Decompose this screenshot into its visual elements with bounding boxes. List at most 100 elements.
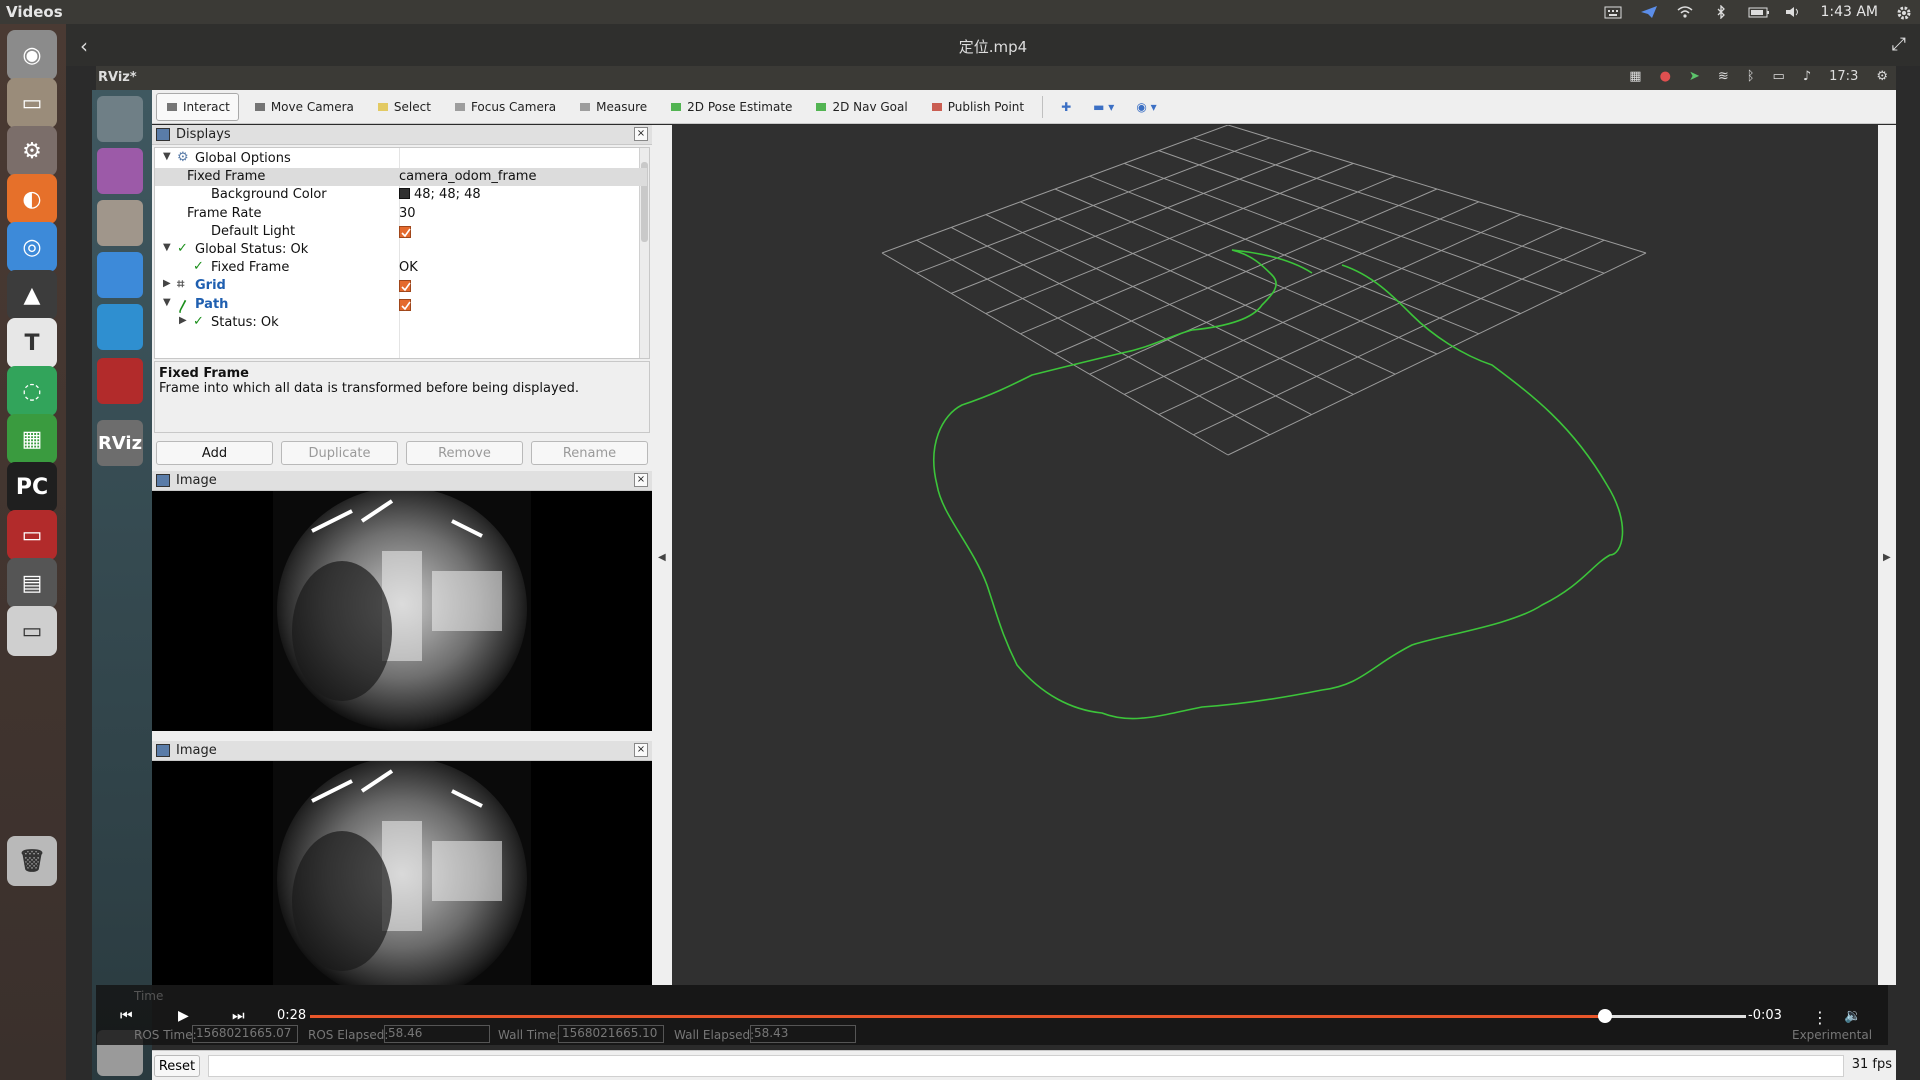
files-icon[interactable]: ▭ xyxy=(7,78,57,128)
pose-estimate-tool[interactable]: 2D Pose Estimate xyxy=(661,93,800,121)
tree-row[interactable]: Background Color 48; 48; 48 xyxy=(155,186,647,204)
tree-row-label: Fixed Frame xyxy=(187,169,266,185)
firefox-glyph: ◐ xyxy=(22,186,42,212)
files-glyph: ▭ xyxy=(21,90,43,116)
description-title: Fixed Frame xyxy=(159,366,249,381)
clock[interactable]: 1:43 AM xyxy=(1820,4,1878,20)
experimental-checkbox[interactable]: Experimental xyxy=(1792,1028,1872,1042)
description-text: Frame into which all data is transformed… xyxy=(159,381,580,396)
displays-tree[interactable]: ▼ ⚙ Global Options Fixed Frame camera_odom_f… xyxy=(154,147,650,359)
close-icon[interactable]: × xyxy=(634,473,648,487)
expanded-arrow-icon[interactable]: ▼ xyxy=(163,297,171,308)
volume-icon[interactable]: 🔉 xyxy=(1844,1008,1861,1024)
battery-icon[interactable] xyxy=(1748,5,1770,19)
seek-handle[interactable] xyxy=(1598,1009,1613,1023)
collapsed-arrow-icon[interactable]: ▶ xyxy=(179,315,187,326)
ubuntu-dash-icon[interactable]: ◉ xyxy=(7,30,57,80)
add-tool-icon[interactable]: ✚ xyxy=(1053,93,1079,121)
add-button[interactable]: Add xyxy=(156,441,273,465)
bluetooth-icon[interactable] xyxy=(1712,4,1730,20)
tree-row-value[interactable]: camera_odom_frame xyxy=(399,169,536,184)
spreadsheet-icon[interactable]: ▦ xyxy=(7,414,57,464)
tree-row-label: Global Status: Ok xyxy=(195,242,309,257)
tree-row[interactable]: Frame Rate 30 xyxy=(155,205,647,223)
inner-chrome-icon xyxy=(97,252,143,298)
path-icon: 〳 xyxy=(177,299,191,315)
terminal-app-icon[interactable]: ▭ xyxy=(7,510,57,560)
keyboard-icon[interactable] xyxy=(1604,5,1622,19)
publish-point-tool-label: Publish Point xyxy=(947,99,1025,114)
seek-bar[interactable] xyxy=(310,1009,1746,1023)
tree-row[interactable]: Default Light xyxy=(155,223,647,241)
tree-row[interactable]: ▼ ✓ Global Status: Ok xyxy=(155,241,647,259)
status-bar: Reset 31 fps xyxy=(152,1050,1896,1080)
close-icon[interactable]: × xyxy=(634,743,648,757)
tree-row[interactable]: Fixed Frame camera_odom_frame xyxy=(155,168,647,187)
typora-glyph: T xyxy=(24,330,40,356)
tree-row-value[interactable]: 30 xyxy=(399,206,416,221)
tree-row-value[interactable]: OK xyxy=(399,260,418,275)
enabled-checkbox[interactable] xyxy=(399,225,411,238)
move-camera-tool[interactable]: Move Camera xyxy=(245,93,362,121)
tree-row[interactable]: ▼ 〳 Path xyxy=(155,296,647,315)
next-icon[interactable]: ⏭ xyxy=(232,1008,245,1024)
scene-canvas[interactable] xyxy=(672,124,1878,985)
video-player-icon[interactable]: ▤ xyxy=(7,558,57,608)
ros-elapsed-label: ROS Elapsed: xyxy=(308,1028,389,1042)
wifi-icon[interactable] xyxy=(1676,5,1694,19)
collapsed-arrow-icon[interactable]: ▶ xyxy=(163,278,171,289)
fullscreen-icon[interactable]: ⤢ xyxy=(1892,34,1906,55)
telegram-icon[interactable] xyxy=(1640,5,1658,19)
tree-row-value[interactable] xyxy=(399,297,411,313)
trash-icon[interactable]: 🗑 xyxy=(7,836,57,886)
remove-tool-icon[interactable]: ▬ ▾ xyxy=(1085,93,1122,121)
expanded-arrow-icon[interactable]: ▼ xyxy=(163,242,171,253)
focus-camera-tool-label: Focus Camera xyxy=(470,99,557,114)
render-3d-view[interactable] xyxy=(672,124,1878,985)
select-tool[interactable]: Select xyxy=(368,93,439,121)
wall-time-label: Wall Time: xyxy=(498,1028,561,1042)
tree-row[interactable]: ▶ ✓ Status: Ok xyxy=(155,314,647,332)
firefox-icon[interactable]: ◐ xyxy=(7,174,57,224)
panel-splitter[interactable]: ◀ xyxy=(652,125,672,985)
close-icon[interactable]: × xyxy=(634,127,648,141)
enabled-checkbox[interactable] xyxy=(399,280,411,293)
tree-row-value[interactable] xyxy=(399,224,411,240)
gear-icon[interactable] xyxy=(1896,5,1914,20)
measure-tool[interactable]: Measure xyxy=(570,93,655,121)
collapse-arrow-icon[interactable]: ◀ xyxy=(658,552,666,563)
inner-system-tray: ▦ ● ➤ ≋ ᛒ ▭ ♪ 17:3 ⚙ xyxy=(1629,69,1888,84)
menu-icon[interactable]: ⋮ xyxy=(1812,1008,1828,1027)
publish-point-tool[interactable]: Publish Point xyxy=(922,93,1032,121)
inkscape-icon[interactable]: ▲ xyxy=(7,270,57,320)
fisheye-image-1 xyxy=(273,491,531,731)
typora-icon[interactable]: T xyxy=(7,318,57,368)
refresh-app-icon[interactable]: ◌ xyxy=(7,366,57,416)
reset-button[interactable]: Reset xyxy=(154,1055,200,1077)
expand-arrow-icon[interactable]: ▶ xyxy=(1883,552,1891,563)
chrome-icon[interactable]: ◎ xyxy=(7,222,57,272)
remove-button[interactable]: Remove xyxy=(406,441,523,465)
color-swatch[interactable] xyxy=(399,188,410,200)
focus-camera-tool[interactable]: Focus Camera xyxy=(445,93,564,121)
previous-icon[interactable]: ⏮ xyxy=(120,1008,133,1024)
tree-row[interactable]: ✓ Fixed Frame OK xyxy=(155,259,647,277)
rename-button[interactable]: Rename xyxy=(531,441,648,465)
disk-icon[interactable]: ▭ xyxy=(7,606,57,656)
play-icon[interactable]: ▶ xyxy=(178,1008,189,1024)
nav-goal-tool[interactable]: 2D Nav Goal xyxy=(806,93,915,121)
view-tool-icon[interactable]: ◉ ▾ xyxy=(1128,93,1164,121)
tree-row-value[interactable]: 48; 48; 48 xyxy=(399,187,481,202)
enabled-checkbox[interactable] xyxy=(399,298,411,311)
volume-icon[interactable] xyxy=(1784,5,1802,19)
tree-row[interactable]: ▼ ⚙ Global Options xyxy=(155,150,647,168)
app-menu-title[interactable]: Videos xyxy=(0,3,63,21)
pycharm-icon[interactable]: PC xyxy=(7,462,57,512)
tree-row-value[interactable] xyxy=(399,278,411,294)
expanded-arrow-icon[interactable]: ▼ xyxy=(163,151,171,162)
interact-tool[interactable]: Interact xyxy=(156,92,239,121)
tree-row[interactable]: ▶ ⌗ Grid xyxy=(155,277,647,295)
right-dock-edge[interactable]: ▶ xyxy=(1878,125,1896,985)
duplicate-button[interactable]: Duplicate xyxy=(281,441,398,465)
settings-icon[interactable]: ⚙ xyxy=(7,126,57,176)
